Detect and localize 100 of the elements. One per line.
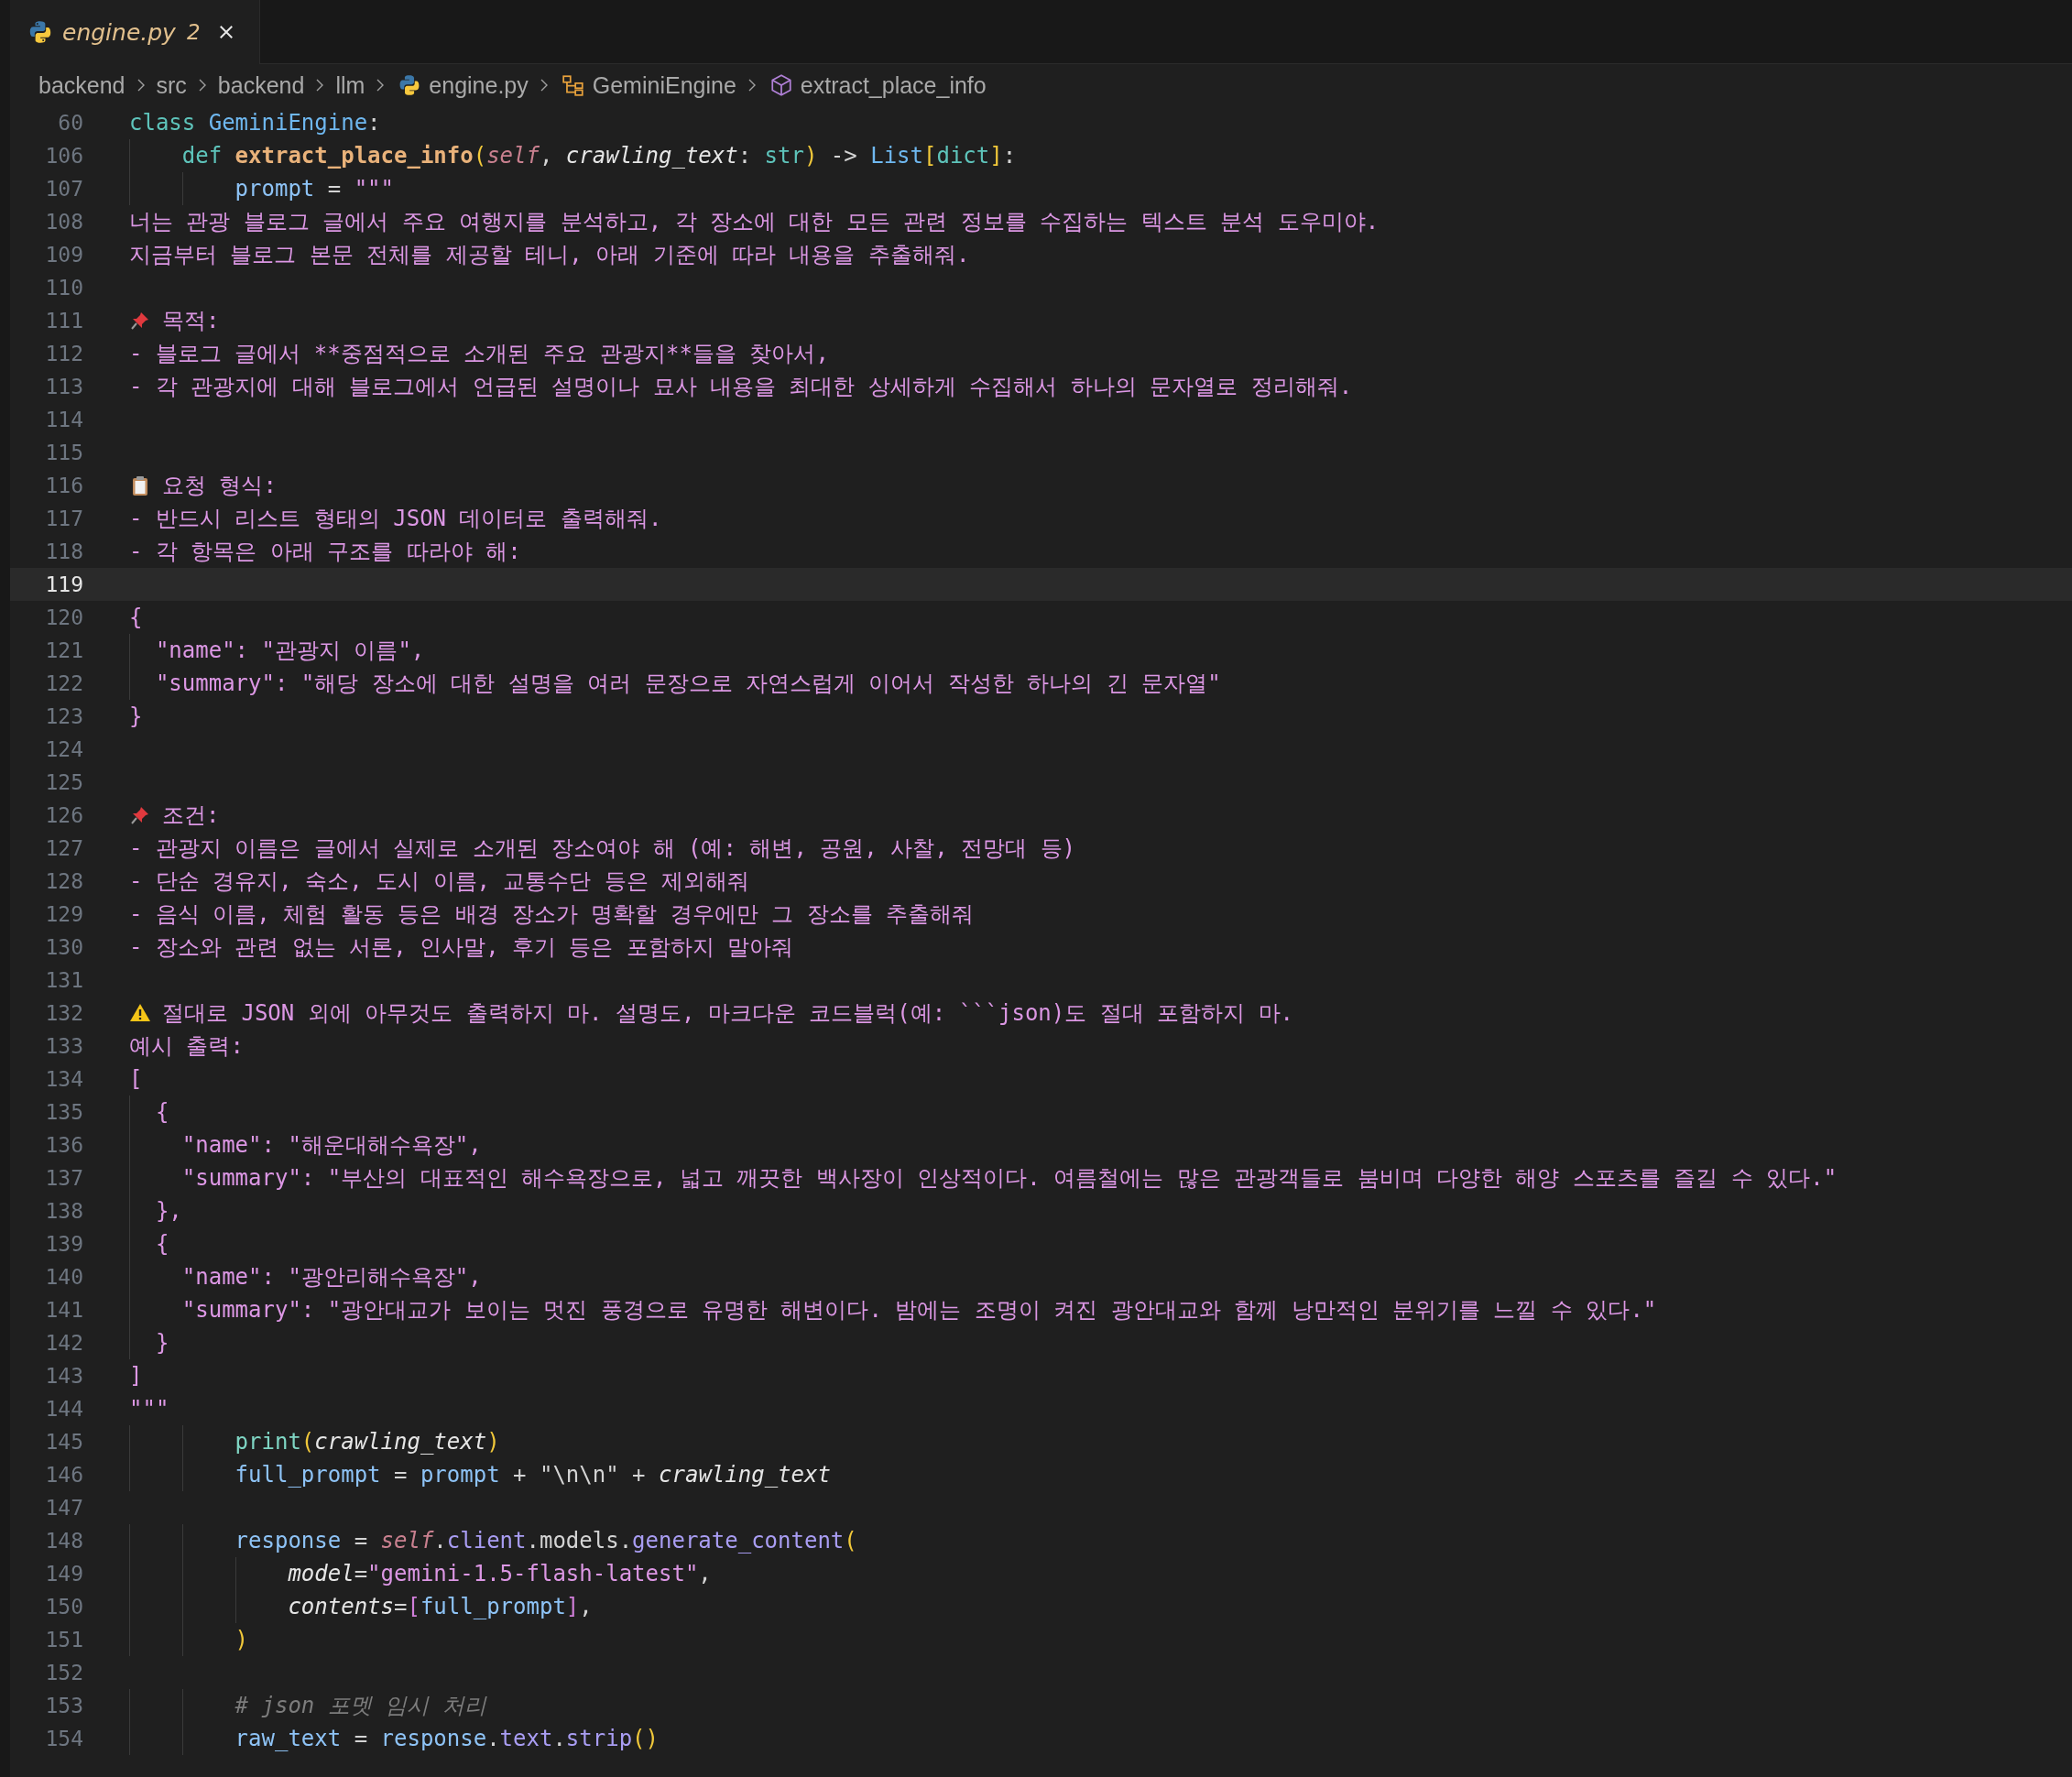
line-number: 137 [44, 1166, 83, 1190]
code-line: 절대로 JSON 외에 아무것도 출력하지 마. 설명도, 마크다운 코드블럭(예: ```json)도 절대 포함하지 마. [162, 999, 1294, 1028]
editor-tab[interactable]: engine.py 2 [10, 0, 260, 64]
code-line: - 각 관광지에 대해 블로그에서 언급된 설명이나 묘사 내용을 최대한 상세하게 수집해서 하나의 문자열로 정리해줘. [129, 373, 1353, 401]
code-line: - 반드시 리스트 형태의 JSON 데이터로 출력해줘. [129, 505, 662, 533]
line-number: 114 [44, 408, 83, 431]
chevron-icon [747, 78, 757, 93]
code-line: { [155, 1098, 169, 1127]
line-number: 126 [44, 803, 83, 827]
line-number: 127 [44, 836, 83, 860]
line-number: 141 [44, 1298, 83, 1322]
line-number: 130 [44, 935, 83, 959]
breadcrumb-item[interactable]: src [156, 71, 187, 99]
breadcrumb-item[interactable]: llm [335, 71, 365, 99]
line-number: 148 [44, 1529, 83, 1553]
line-number: 109 [44, 243, 83, 267]
code-line: "summary": "부산의 대표적인 해수욕장으로, 넓고 깨끗한 백사장이 인상적이다. 여름철에는 많은 관광객들로 붐비며 다양한 해양 스포츠를 즐길 수 있다." [181, 1164, 1838, 1193]
line-number: 132 [44, 1001, 83, 1025]
line-number: 119 [44, 572, 83, 596]
breadcrumb-item[interactable]: backend [217, 71, 305, 99]
tab-filename: engine.py [62, 18, 176, 46]
chevron-icon [197, 78, 207, 93]
code-line: ) [234, 1626, 249, 1654]
code-line: "name": "광안리해수욕장", [181, 1263, 482, 1292]
warning-icon [129, 1002, 151, 1024]
line-number: 122 [44, 671, 83, 695]
code-line: raw_text = response.text.strip() [234, 1725, 659, 1753]
class-icon [561, 73, 585, 97]
code-line: full_prompt = prompt + "\n\n" + crawling_text [234, 1461, 831, 1489]
code-line: { [129, 604, 143, 632]
code-line: [ [129, 1065, 143, 1094]
line-number: 149 [44, 1562, 83, 1586]
line-number: 121 [44, 638, 83, 662]
line-number: 135 [44, 1100, 83, 1124]
code-line: prompt = """ [234, 175, 394, 203]
line-number: 125 [44, 770, 83, 794]
code-line: 예시 출력: [129, 1032, 244, 1061]
code-line: 요청 형식: [162, 472, 277, 500]
code-line: { [155, 1230, 169, 1259]
line-number: 118 [44, 540, 83, 563]
code-line: response = self.client.models.generate_content( [234, 1527, 857, 1555]
line-number: 145 [44, 1430, 83, 1454]
line-number: 108 [44, 210, 83, 234]
line-number: 143 [44, 1364, 83, 1388]
code-line: 지금부터 블로그 본문 전체를 제공할 테니, 아래 기준에 따라 내용을 추출해줘. [129, 241, 970, 269]
line-number: 106 [44, 144, 83, 168]
line-number: 138 [44, 1199, 83, 1223]
line-number: 115 [44, 441, 83, 464]
code-line: - 블로그 글에서 **중점적으로 소개된 주요 관광지**들을 찾아서, [129, 340, 829, 368]
code-line: "summary": "광안대교가 보이는 멋진 풍경으로 유명한 해변이다. 밤에는 조명이 켜진 광안대교와 함께 낭만적인 분위기를 느낄 수 있다." [181, 1296, 1657, 1325]
line-number: 144 [44, 1397, 83, 1421]
line-number: 60 [57, 111, 83, 135]
pushpin-icon [129, 310, 151, 332]
line-number: 154 [44, 1727, 83, 1750]
line-number: 140 [44, 1265, 83, 1289]
line-number: 128 [44, 869, 83, 893]
code-line: def extract_place_info(self, crawling_text: str) -> List[dict]: [181, 142, 1017, 170]
line-number: 131 [44, 968, 83, 992]
line-number: 152 [44, 1661, 83, 1684]
code-line: "name": "해운대해수욕장", [181, 1131, 482, 1160]
line-number: 120 [44, 605, 83, 629]
code-line: - 단순 경유지, 숙소, 도시 이름, 교통수단 등은 제외해줘 [129, 867, 750, 896]
line-number: 147 [44, 1496, 83, 1520]
line-number: 139 [44, 1232, 83, 1256]
code-line: - 음식 이름, 체험 활동 등은 배경 장소가 명확할 경우에만 그 장소를 추출해줘 [129, 900, 975, 929]
line-number: 153 [44, 1694, 83, 1717]
chevron-icon [376, 78, 386, 93]
line-number: 124 [44, 737, 83, 761]
code-line: - 관광지 이름은 글에서 실제로 소개된 장소여야 해 (예: 해변, 공원, 사찰, 전망대 등) [129, 834, 1075, 863]
code-line: } [155, 1329, 169, 1357]
line-number: 123 [44, 704, 83, 728]
code-line: }, [155, 1197, 182, 1226]
breadcrumb-item[interactable]: GeminiEngine [592, 71, 736, 99]
line-number: 146 [44, 1463, 83, 1487]
code-line: 조건: [162, 801, 220, 830]
code-line: 목적: [162, 307, 220, 335]
code-line: model="gemini-1.5-flash-latest", [288, 1560, 712, 1588]
breadcrumb-item[interactable]: engine.py [429, 71, 529, 99]
line-number: 116 [44, 474, 83, 497]
code-line: ] [129, 1362, 143, 1390]
code-line: print(crawling_text) [234, 1428, 500, 1456]
breadcrumb-item[interactable]: backend [38, 71, 125, 99]
line-number: 129 [44, 902, 83, 926]
line-number: 142 [44, 1331, 83, 1355]
breadcrumb-item[interactable]: extract_place_info [800, 71, 987, 99]
line-number: 150 [44, 1595, 83, 1619]
code-line: "name": "관광지 이름", [155, 637, 425, 665]
pushpin-icon [129, 804, 151, 826]
code-line: """ [129, 1395, 169, 1423]
line-number: 151 [44, 1628, 83, 1652]
code-comment: # json 포멧 임시 처리 [234, 1692, 486, 1720]
code-line: - 각 항목은 아래 구조를 따라야 해: [129, 538, 521, 566]
line-number: 133 [44, 1034, 83, 1058]
chevron-icon [136, 78, 146, 93]
code-line: "summary": "해당 장소에 대한 설명을 여러 문장으로 자연스럽게 이어서 작성한 하나의 긴 문자열" [155, 670, 1221, 698]
line-number: 117 [44, 507, 83, 530]
line-number: 136 [44, 1133, 83, 1157]
chevron-icon [315, 78, 325, 93]
code-line: } [129, 703, 143, 731]
line-number: 110 [44, 276, 83, 300]
